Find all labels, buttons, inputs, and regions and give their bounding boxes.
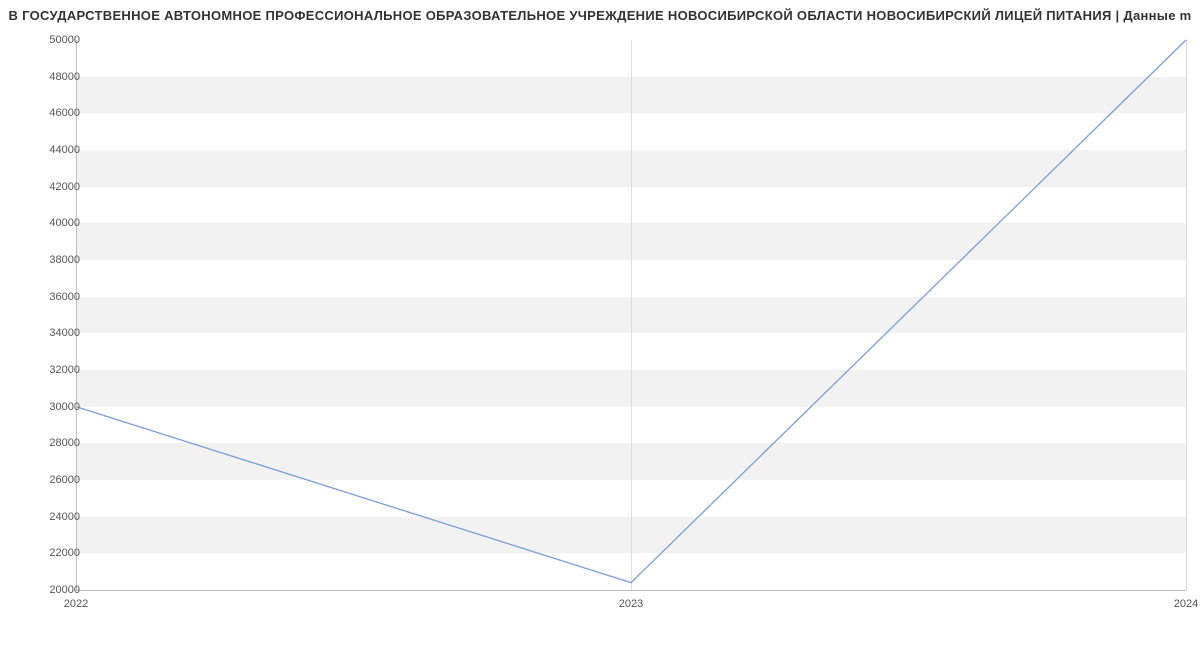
grid-line-v xyxy=(1186,40,1187,590)
y-tick-label: 40000 xyxy=(10,217,80,229)
y-tick-label: 28000 xyxy=(10,437,80,449)
plot-region xyxy=(76,40,1186,590)
y-tick-label: 26000 xyxy=(10,474,80,486)
y-axis-line xyxy=(76,40,77,590)
y-tick-label: 46000 xyxy=(10,107,80,119)
y-tick-label: 22000 xyxy=(10,547,80,559)
data-line xyxy=(76,40,1186,583)
y-tick-label: 34000 xyxy=(10,327,80,339)
x-tick-label: 2023 xyxy=(619,598,643,610)
x-axis-line xyxy=(76,590,1186,591)
y-tick-label: 24000 xyxy=(10,511,80,523)
y-tick-label: 20000 xyxy=(10,584,80,596)
y-tick-label: 50000 xyxy=(10,34,80,46)
y-tick-label: 38000 xyxy=(10,254,80,266)
chart-area xyxy=(76,40,1186,610)
y-tick-label: 30000 xyxy=(10,401,80,413)
x-tick-label: 2024 xyxy=(1174,598,1198,610)
y-tick-label: 36000 xyxy=(10,291,80,303)
y-tick-label: 42000 xyxy=(10,181,80,193)
y-tick-label: 32000 xyxy=(10,364,80,376)
x-tick-label: 2022 xyxy=(64,598,88,610)
line-svg xyxy=(76,40,1186,590)
chart-title: В ГОСУДАРСТВЕННОЕ АВТОНОМНОЕ ПРОФЕССИОНА… xyxy=(0,8,1200,23)
y-tick-label: 48000 xyxy=(10,71,80,83)
y-tick-label: 44000 xyxy=(10,144,80,156)
